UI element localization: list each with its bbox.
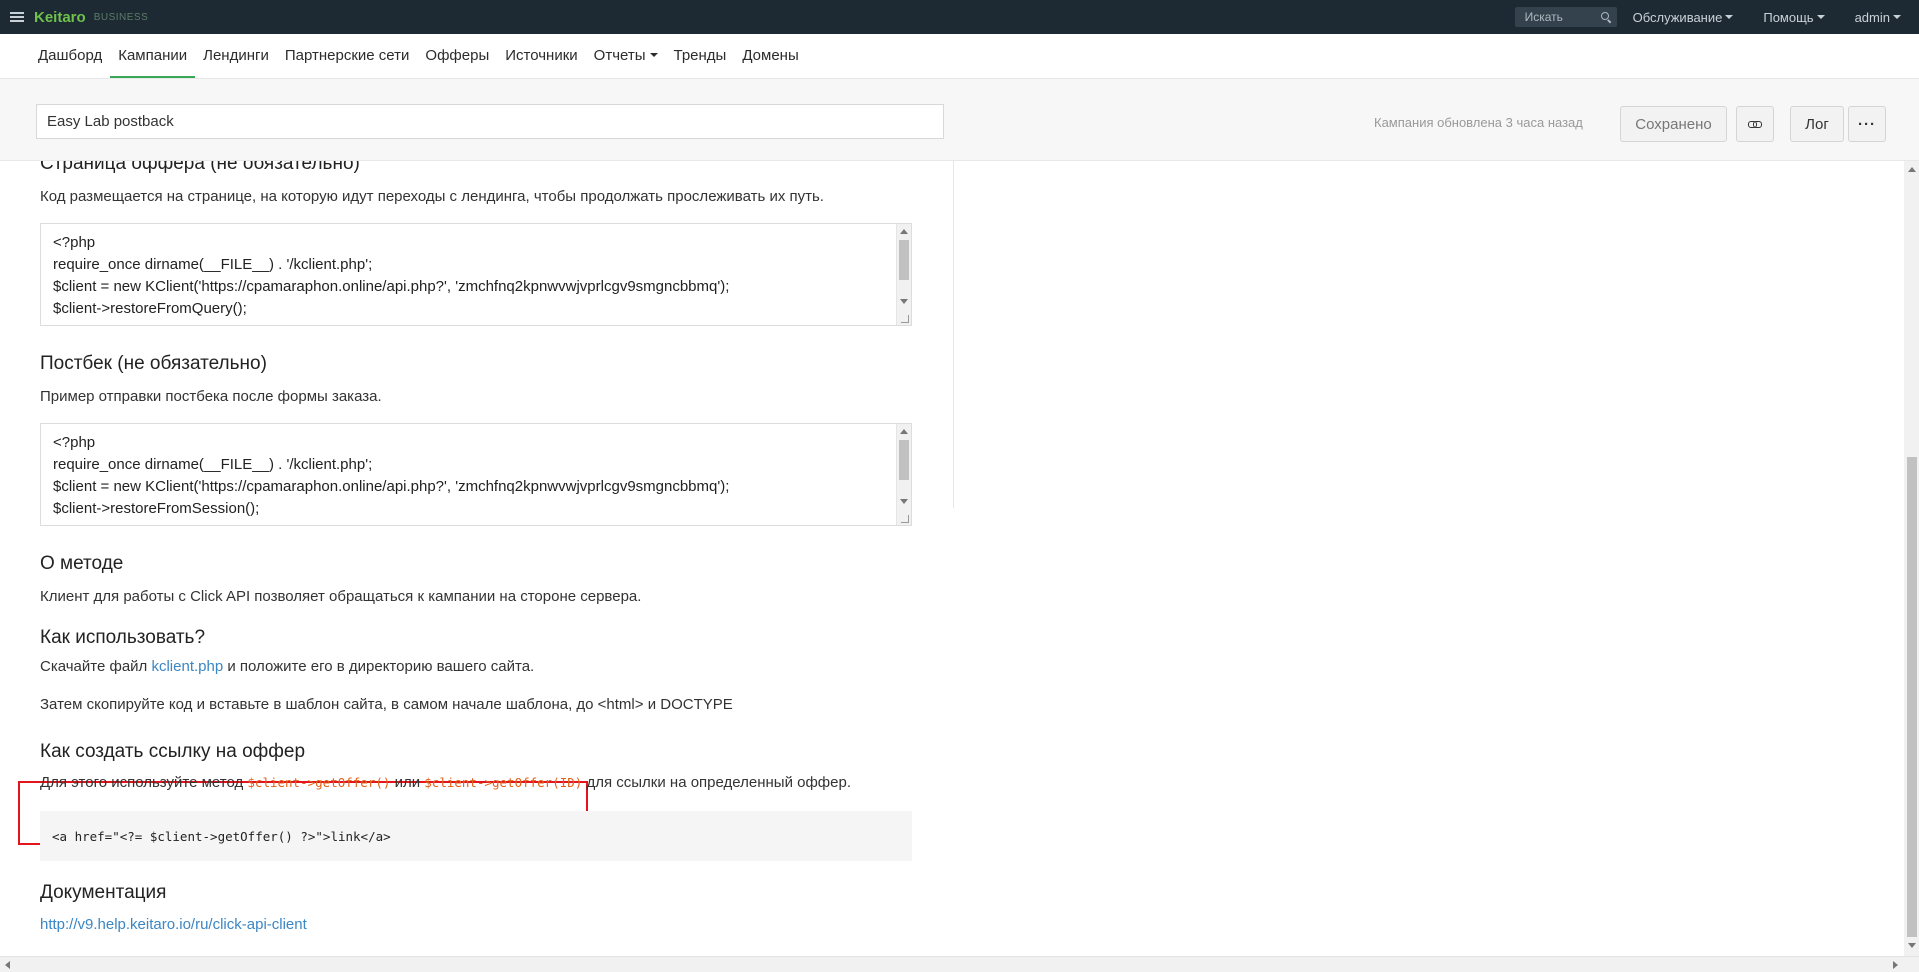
search-placeholder: Искать xyxy=(1524,10,1563,24)
horizontal-scrollbar[interactable] xyxy=(0,956,1919,972)
about-title: О методе xyxy=(40,553,124,574)
link-icon xyxy=(1748,120,1762,128)
search-icon[interactable] xyxy=(1600,12,1611,22)
offer-page-text: Код размещается на странице, на которую … xyxy=(40,188,824,205)
nav-dashboard[interactable]: Дашборд xyxy=(30,34,110,78)
code-scrollbar[interactable] xyxy=(896,424,911,525)
nav-affiliate-networks[interactable]: Партнерские сети xyxy=(277,34,418,78)
about-text: Клиент для работы с Click API позволяет … xyxy=(40,588,642,605)
kclient-download-link[interactable]: kclient.php xyxy=(151,658,223,675)
postback-title: Постбек (не обязательно) xyxy=(40,353,267,374)
page-scrollbar[interactable] xyxy=(1904,161,1919,956)
nav-sources[interactable]: Источники xyxy=(497,34,585,78)
inline-code: $client->getOffer() xyxy=(247,775,391,790)
more-button[interactable]: ··· xyxy=(1848,106,1886,142)
inline-code: $client->getOffer(ID) xyxy=(424,775,583,790)
column-divider xyxy=(953,161,954,508)
integration-content: Страница оффера (не обязательно) Код раз… xyxy=(0,161,1904,956)
nav-landings[interactable]: Лендинги xyxy=(195,34,277,78)
postback-text: Пример отправки постбека после формы зак… xyxy=(40,388,382,405)
brand-logo[interactable]: Keitaro xyxy=(34,9,86,26)
main-nav: Дашборд Кампании Лендинги Партнерские се… xyxy=(0,34,1919,79)
edition-label: BUSINESS xyxy=(93,11,149,23)
nav-offers[interactable]: Офферы xyxy=(417,34,497,78)
menu-help[interactable]: Помощь xyxy=(1763,10,1825,25)
postback-code[interactable]: <?php require_once dirname(__FILE__) . '… xyxy=(40,423,912,526)
docs-link[interactable]: http://v9.help.keitaro.io/ru/click-api-c… xyxy=(40,916,307,933)
code-scrollbar[interactable] xyxy=(896,224,911,325)
offer-link-code: <a href="<?= $client->getOffer() ?>">lin… xyxy=(40,811,912,861)
resize-handle[interactable] xyxy=(901,515,909,523)
howto-text2: Затем скопируйте код и вставьте в шаблон… xyxy=(40,696,733,713)
offer-page-code[interactable]: <?php require_once dirname(__FILE__) . '… xyxy=(40,223,912,326)
chevron-down-icon xyxy=(1816,15,1825,19)
howto-title: Как использовать? xyxy=(40,627,206,648)
nav-domains[interactable]: Домены xyxy=(734,34,806,78)
save-button[interactable]: Сохранено xyxy=(1620,106,1727,142)
menu-maintenance[interactable]: Обслуживание xyxy=(1633,10,1734,25)
offer-link-text: Для этого используйте метод $client->get… xyxy=(40,774,851,791)
menu-user[interactable]: admin xyxy=(1855,10,1901,25)
top-bar: Keitaro BUSINESS Искать Обслуживание Пом… xyxy=(0,0,1919,34)
resize-handle[interactable] xyxy=(901,315,909,323)
docs-title: Документация xyxy=(40,882,167,903)
offer-link-title: Как создать ссылку на оффер xyxy=(40,741,306,762)
howto-text: Скачайте файл kclient.php и положите его… xyxy=(40,658,535,675)
campaign-link-button[interactable] xyxy=(1736,106,1774,142)
nav-trends[interactable]: Тренды xyxy=(666,34,735,78)
chevron-down-icon xyxy=(1893,15,1901,19)
updated-status: Кампания обновлена 3 часа назад xyxy=(1374,115,1583,130)
nav-reports[interactable]: Отчеты xyxy=(586,34,666,78)
campaign-header: Кампания обновлена 3 часа назад Сохранен… xyxy=(0,79,1919,161)
chevron-down-icon xyxy=(649,53,658,57)
menu-icon[interactable] xyxy=(10,12,24,22)
chevron-down-icon xyxy=(1725,15,1734,19)
global-search-input[interactable]: Искать xyxy=(1514,7,1617,27)
campaign-name-input[interactable] xyxy=(36,104,944,139)
nav-campaigns[interactable]: Кампании xyxy=(110,34,196,78)
log-button[interactable]: Лог xyxy=(1790,106,1844,142)
offer-page-title: Страница оффера (не обязательно) xyxy=(40,161,360,174)
